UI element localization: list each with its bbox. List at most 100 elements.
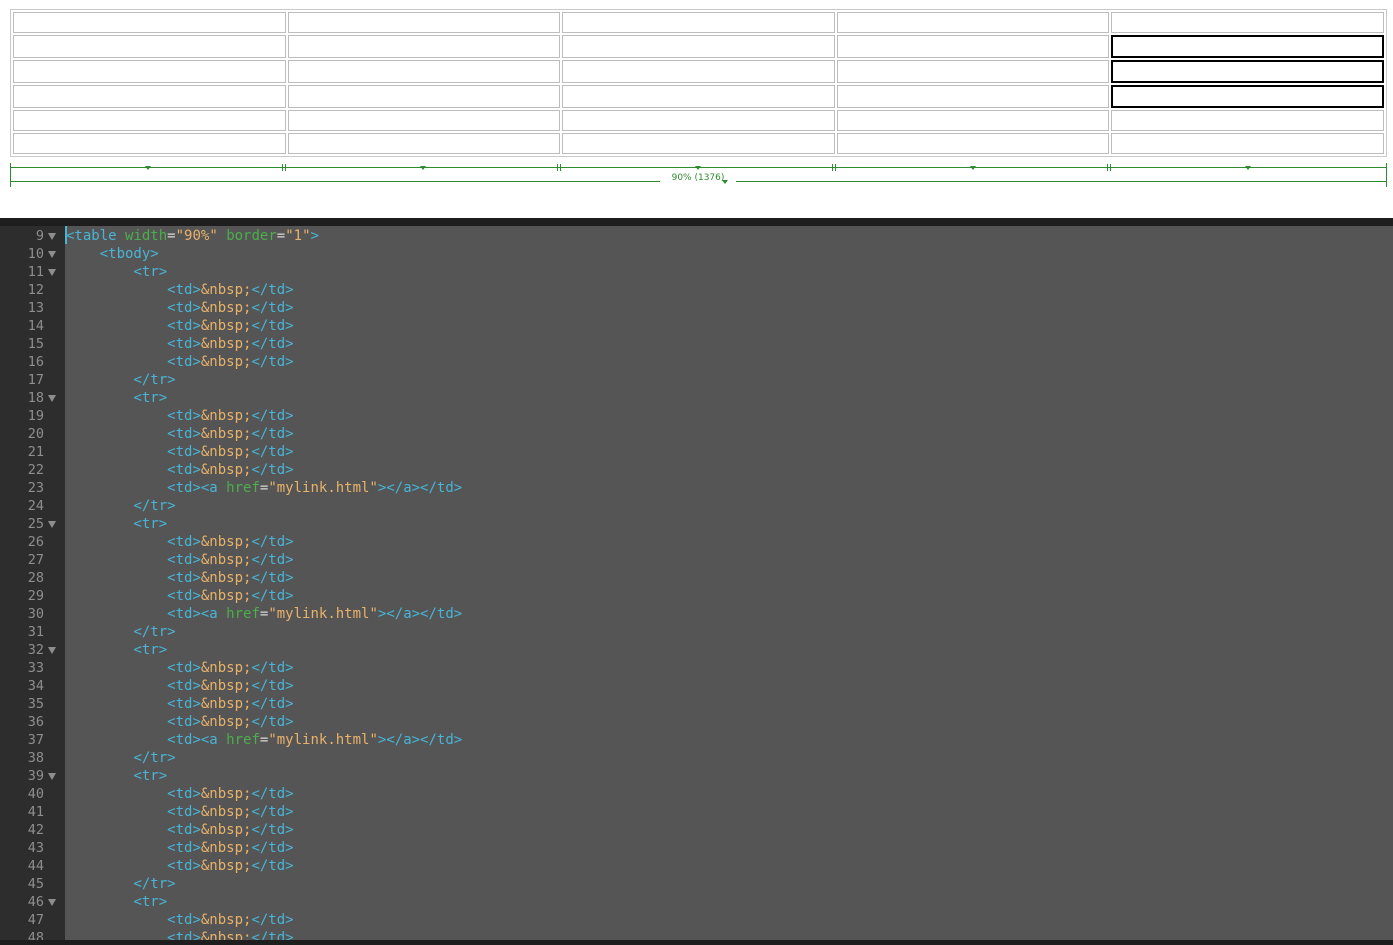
line-number: 16 (27, 354, 44, 370)
table-cell[interactable] (287, 85, 561, 108)
code-text: <td><a href="mylink.html"></a></td> (167, 732, 463, 748)
table-cell[interactable] (562, 133, 835, 154)
table-cell[interactable] (287, 110, 561, 131)
table-cell[interactable] (287, 12, 561, 33)
column-menu-caret-icon[interactable] (145, 166, 151, 170)
table-cell[interactable] (287, 133, 561, 154)
table-cell[interactable] (836, 12, 1110, 33)
code-line[interactable]: 12 <td>&nbsp;</td> (0, 281, 1393, 299)
code-line[interactable]: 13 <td>&nbsp;</td> (0, 299, 1393, 317)
width-menu-caret-icon[interactable] (722, 180, 728, 184)
code-line[interactable]: 11 <tr> (0, 263, 1393, 281)
code-line[interactable]: 40 <td>&nbsp;</td> (0, 785, 1393, 803)
split-divider[interactable] (0, 218, 1393, 226)
code-line[interactable]: 35 <td>&nbsp;</td> (0, 695, 1393, 713)
code-text: <td>&nbsp;</td> (167, 408, 294, 424)
code-line[interactable]: 47 <td>&nbsp;</td> (0, 911, 1393, 929)
table-cell[interactable] (1111, 60, 1384, 83)
table-cell[interactable] (836, 133, 1110, 154)
column-menu-caret-icon[interactable] (1245, 166, 1251, 170)
table-cell[interactable] (13, 60, 286, 83)
code-line[interactable]: 24 </tr> (0, 497, 1393, 515)
table-cell[interactable] (13, 12, 286, 33)
table-width-guide[interactable]: 90% (1376) (10, 161, 1387, 187)
table-cell[interactable] (1111, 110, 1384, 131)
code-line[interactable]: 39 <tr> (0, 767, 1393, 785)
code-line[interactable]: 30 <td><a href="mylink.html"></a></td> (0, 605, 1393, 623)
code-line[interactable]: 46 <tr> (0, 893, 1393, 911)
fold-toggle-icon[interactable] (48, 251, 56, 258)
code-line[interactable]: 21 <td>&nbsp;</td> (0, 443, 1393, 461)
table-cell[interactable] (1111, 12, 1384, 33)
fold-toggle-icon[interactable] (48, 233, 56, 240)
code-line[interactable]: 20 <td>&nbsp;</td> (0, 425, 1393, 443)
line-number: 25 (27, 516, 44, 532)
code-line[interactable]: 18 <tr> (0, 389, 1393, 407)
column-menu-caret-icon[interactable] (970, 166, 976, 170)
line-number: 40 (27, 786, 44, 802)
code-line[interactable]: 41 <td>&nbsp;</td> (0, 803, 1393, 821)
code-line[interactable]: 19 <td>&nbsp;</td> (0, 407, 1393, 425)
table-cell[interactable] (287, 35, 561, 58)
table-cell[interactable] (562, 110, 835, 131)
fold-toggle-icon[interactable] (48, 521, 56, 528)
code-line[interactable]: 10 <tbody> (0, 245, 1393, 263)
column-menu-caret-icon[interactable] (420, 166, 426, 170)
code-line[interactable]: 15 <td>&nbsp;</td> (0, 335, 1393, 353)
code-line[interactable]: 17 </tr> (0, 371, 1393, 389)
table-cell[interactable] (13, 133, 286, 154)
table-cell[interactable] (1111, 35, 1384, 58)
code-line[interactable]: 44 <td>&nbsp;</td> (0, 857, 1393, 875)
table-cell[interactable] (836, 85, 1110, 108)
code-line[interactable]: 25 <tr> (0, 515, 1393, 533)
table-row (13, 35, 1384, 58)
code-line[interactable]: 23 <td><a href="mylink.html"></a></td> (0, 479, 1393, 497)
table-cell[interactable] (562, 60, 835, 83)
fold-toggle-icon[interactable] (48, 395, 56, 402)
code-line[interactable]: 9 <table width="90%" border="1"> (0, 227, 1393, 245)
table-cell[interactable] (562, 35, 835, 58)
code-line[interactable]: 43 <td>&nbsp;</td> (0, 839, 1393, 857)
fold-toggle-icon[interactable] (48, 899, 56, 906)
table-cell[interactable] (13, 110, 286, 131)
code-line[interactable]: 27 <td>&nbsp;</td> (0, 551, 1393, 569)
table-cell[interactable] (1111, 85, 1384, 108)
code-line[interactable]: 37 <td><a href="mylink.html"></a></td> (0, 731, 1393, 749)
table-cell[interactable] (836, 60, 1110, 83)
code-line[interactable]: 14 <td>&nbsp;</td> (0, 317, 1393, 335)
code-text: <table width="90%" border="1"> (66, 228, 319, 244)
table-cell[interactable] (13, 35, 286, 58)
code-line[interactable]: 42 <td>&nbsp;</td> (0, 821, 1393, 839)
code-line[interactable]: 28 <td>&nbsp;</td> (0, 569, 1393, 587)
code-text: <td>&nbsp;</td> (167, 912, 294, 928)
code-line[interactable]: 48 <td>&nbsp;</td> (0, 929, 1393, 940)
fold-toggle-icon[interactable] (48, 773, 56, 780)
column-menu-caret-icon[interactable] (695, 166, 701, 170)
table-cell[interactable] (13, 85, 286, 108)
code-text: </tr> (133, 624, 176, 640)
code-line[interactable]: 34 <td>&nbsp;</td> (0, 677, 1393, 695)
code-text: <td>&nbsp;</td> (167, 786, 294, 802)
table-cell[interactable] (287, 60, 561, 83)
code-line[interactable]: 36 <td>&nbsp;</td> (0, 713, 1393, 731)
code-view[interactable]: 9 <table width="90%" border="1"> 10 <tbody… (0, 226, 1393, 940)
code-line[interactable]: 22 <td>&nbsp;</td> (0, 461, 1393, 479)
line-number: 31 (27, 624, 44, 640)
guide-right-edge (1386, 163, 1387, 187)
table-cell[interactable] (562, 85, 835, 108)
code-line[interactable]: 29 <td>&nbsp;</td> (0, 587, 1393, 605)
code-line[interactable]: 26 <td>&nbsp;</td> (0, 533, 1393, 551)
code-line[interactable]: 32 <tr> (0, 641, 1393, 659)
table-cell[interactable] (836, 110, 1110, 131)
code-line[interactable]: 31 </tr> (0, 623, 1393, 641)
code-line[interactable]: 45 </tr> (0, 875, 1393, 893)
table-cell[interactable] (1111, 133, 1384, 154)
code-line[interactable]: 38 </tr> (0, 749, 1393, 767)
table-cell[interactable] (562, 12, 835, 33)
line-number: 26 (27, 534, 44, 550)
fold-toggle-icon[interactable] (48, 269, 56, 276)
fold-toggle-icon[interactable] (48, 647, 56, 654)
code-line[interactable]: 16 <td>&nbsp;</td> (0, 353, 1393, 371)
code-line[interactable]: 33 <td>&nbsp;</td> (0, 659, 1393, 677)
table-cell[interactable] (836, 35, 1110, 58)
